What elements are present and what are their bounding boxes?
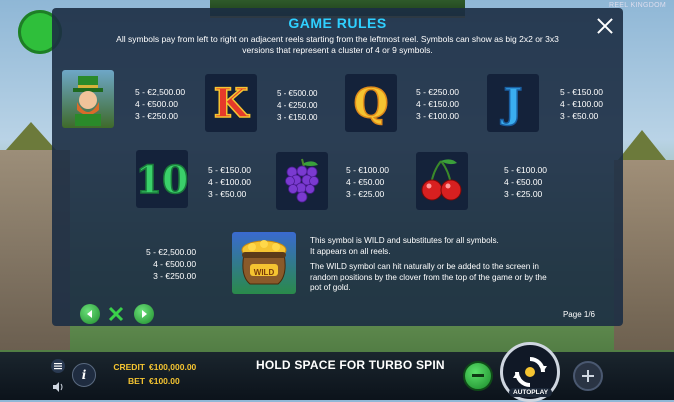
pay-3: 3 - €100.00 bbox=[416, 111, 460, 121]
info-icon: i bbox=[81, 368, 87, 382]
castle-right-decoration bbox=[614, 160, 674, 350]
pay-3: 3 - €250.00 bbox=[135, 111, 179, 121]
speaker-icon bbox=[52, 382, 62, 392]
pay-3: 3 - €25.00 bbox=[346, 189, 385, 199]
rules-intro: All symbols pay from left to right on ad… bbox=[116, 34, 559, 55]
pay-5: 5 - €2,500.00 bbox=[135, 87, 186, 97]
wild-desc-3: The WILD symbol can hit naturally or be … bbox=[310, 262, 547, 292]
wild-desc-1: This symbol is WILD and substitutes for … bbox=[310, 236, 499, 245]
pay-5: 5 - €250.00 bbox=[416, 87, 460, 97]
grapes-symbol bbox=[276, 152, 328, 210]
pay-5: 5 - €100.00 bbox=[504, 165, 548, 175]
game-rules-panel: GAME RULES All symbols pay from left to … bbox=[52, 8, 623, 326]
q-paytable: 5 - €250.00 4 - €150.00 3 - €100.00 bbox=[416, 86, 459, 122]
pay-4: 4 - €50.00 bbox=[504, 177, 543, 187]
decrease-bet-button[interactable] bbox=[463, 361, 493, 391]
pay-4: 4 - €500.00 bbox=[153, 259, 197, 269]
wild-description: This symbol is WILD and substitutes for … bbox=[310, 236, 550, 299]
pay-5: 5 - €2,500.00 bbox=[146, 247, 197, 257]
pay-4: 4 - €250.00 bbox=[277, 101, 318, 110]
next-page-button[interactable] bbox=[134, 304, 154, 324]
wild-paytable: 5 - €2,500.00 4 - €500.00 3 - €250.00 bbox=[146, 246, 196, 282]
leprechaun-symbol bbox=[62, 70, 114, 128]
menu-button[interactable] bbox=[51, 359, 65, 373]
x-icon bbox=[108, 306, 124, 322]
wild-label: WILD bbox=[253, 268, 275, 277]
arrow-left-icon bbox=[87, 310, 92, 318]
increase-bet-button[interactable] bbox=[573, 361, 603, 391]
pay-4: 4 - €100.00 bbox=[560, 99, 604, 109]
minus-icon bbox=[472, 374, 484, 377]
j-paytable: 5 - €150.00 4 - €100.00 3 - €50.00 bbox=[560, 86, 603, 122]
bet-value: €100.00 bbox=[149, 376, 180, 386]
pay-3: 3 - €50.00 bbox=[208, 189, 247, 199]
wild-desc-2: It appears on all reels. bbox=[310, 246, 391, 256]
pay-4: 4 - €100.00 bbox=[208, 177, 252, 187]
close-icon[interactable] bbox=[597, 18, 613, 34]
spin-arrows-icon bbox=[513, 357, 547, 387]
pay-3: 3 - €250.00 bbox=[153, 271, 197, 281]
pay-5: 5 - €150.00 bbox=[208, 165, 252, 175]
pay-4: 4 - €50.00 bbox=[346, 177, 385, 187]
k-paytable: 5 - €500.00 4 - €250.00 3 - €150.00 bbox=[277, 88, 317, 124]
pay-3: 3 - €25.00 bbox=[504, 189, 543, 199]
turbo-spin-hint: HOLD SPACE FOR TURBO SPIN bbox=[256, 358, 445, 372]
sound-button[interactable] bbox=[51, 380, 65, 394]
ten-paytable: 5 - €150.00 4 - €100.00 3 - €50.00 bbox=[208, 164, 251, 200]
pot-of-gold-wild-symbol: WILD bbox=[232, 232, 296, 294]
page-indicator: Page 1/6 bbox=[562, 310, 595, 319]
credit-label: CREDIT bbox=[113, 362, 145, 372]
pay-5: 5 - €150.00 bbox=[560, 87, 604, 97]
arrow-right-icon bbox=[142, 310, 147, 318]
autoplay-button[interactable]: AUTOPLAY bbox=[509, 388, 553, 397]
credit-display: CREDIT €100,000.00 bbox=[113, 362, 196, 372]
pay-5: 5 - €500.00 bbox=[277, 89, 318, 98]
menu-icon bbox=[54, 363, 62, 370]
rules-title: GAME RULES bbox=[288, 15, 387, 31]
plus-icon bbox=[582, 370, 594, 382]
k-symbol: K bbox=[205, 74, 257, 132]
prev-page-button[interactable] bbox=[80, 304, 100, 324]
grapes-paytable: 5 - €100.00 4 - €50.00 3 - €25.00 bbox=[346, 164, 389, 200]
info-button[interactable]: i bbox=[72, 363, 96, 387]
cherries-paytable: 5 - €100.00 4 - €50.00 3 - €25.00 bbox=[504, 164, 547, 200]
credit-value: €100,000.00 bbox=[149, 362, 197, 372]
q-symbol: Q bbox=[345, 74, 397, 132]
close-rules-button[interactable] bbox=[106, 304, 126, 324]
bet-display: BET €100.00 bbox=[113, 376, 180, 386]
pay-3: 3 - €150.00 bbox=[277, 113, 318, 122]
pay-5: 5 - €100.00 bbox=[346, 165, 390, 175]
leprechaun-paytable: 5 - €2,500.00 4 - €500.00 3 - €250.00 bbox=[135, 86, 185, 122]
pay-3: 3 - €50.00 bbox=[560, 111, 599, 121]
j-symbol: J bbox=[487, 74, 539, 132]
cherries-symbol bbox=[416, 152, 468, 210]
pay-4: 4 - €150.00 bbox=[416, 99, 460, 109]
pay-4: 4 - €500.00 bbox=[135, 99, 179, 109]
ten-symbol: 10 bbox=[135, 150, 189, 208]
bet-label: BET bbox=[128, 376, 145, 386]
